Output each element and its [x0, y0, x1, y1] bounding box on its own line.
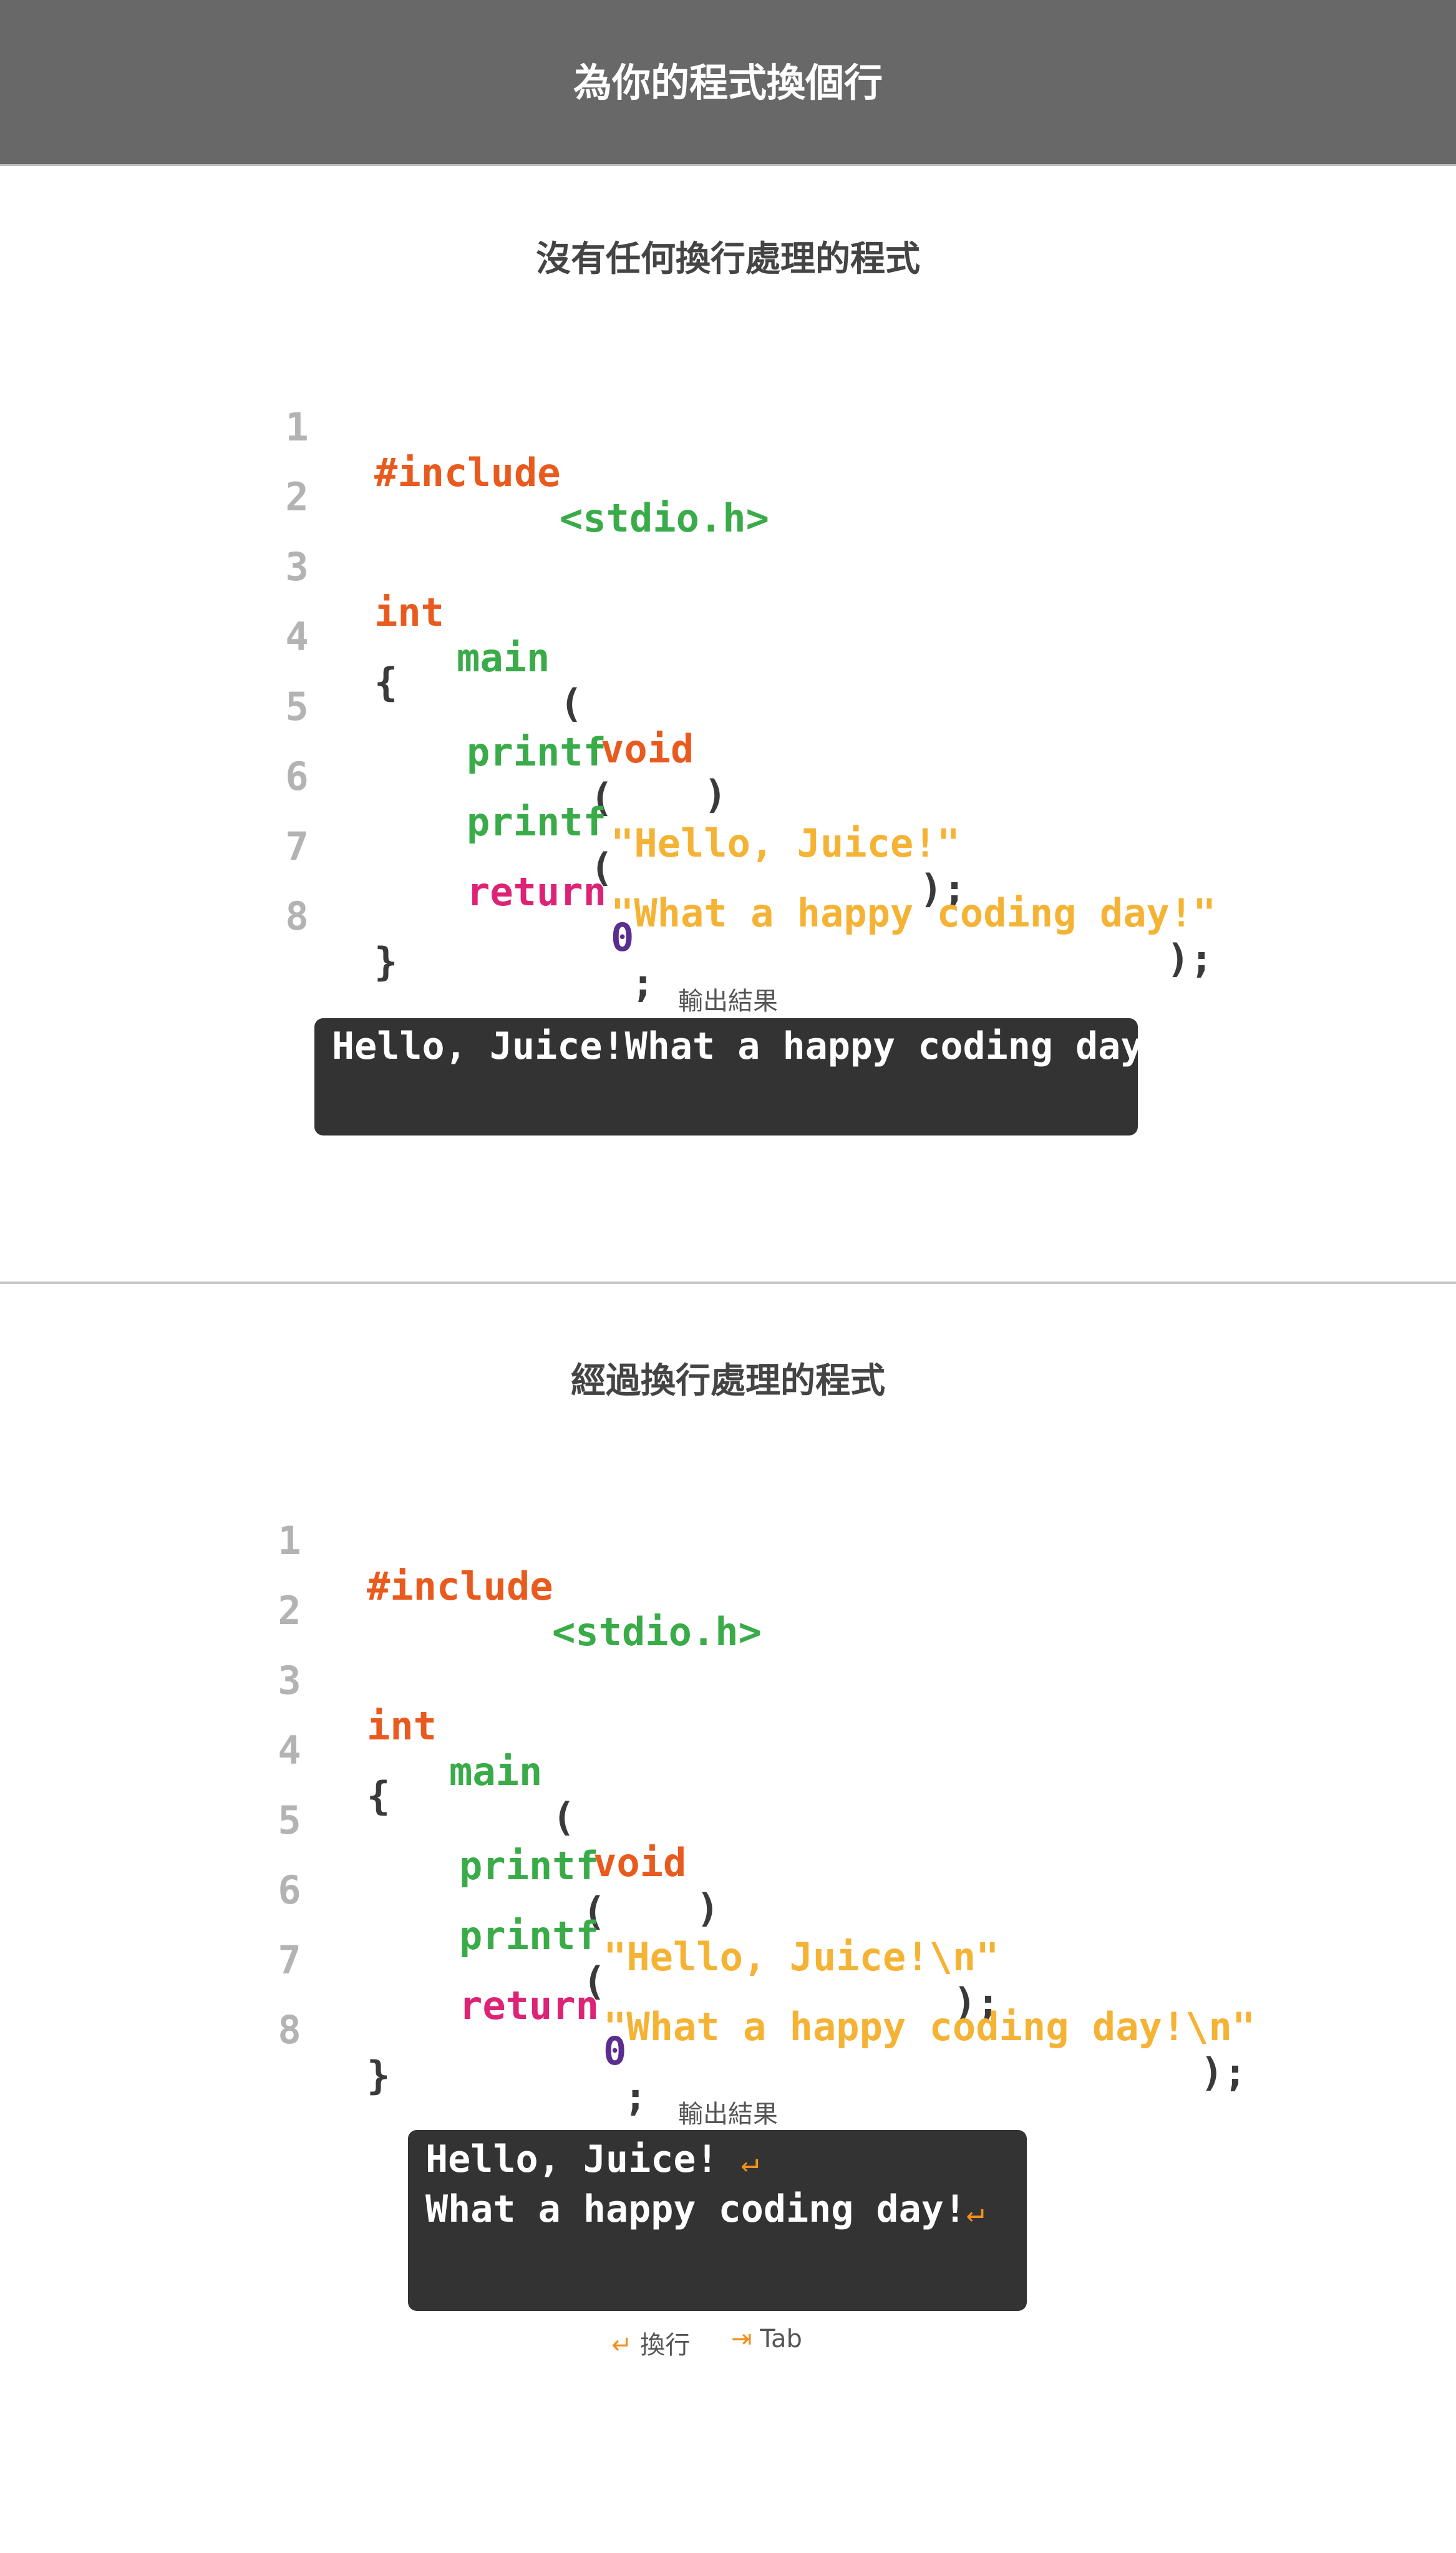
code-line: 3 int main ( void ) — [271, 1612, 719, 1931]
code-token: "Hello, Juice!" — [611, 820, 960, 866]
code-token: printf — [459, 1843, 599, 1889]
code-line: 5 printf ( "Hello, Juice!\n" ); — [271, 1752, 999, 2025]
code-token: return — [459, 1983, 599, 2028]
code-token: ); — [1200, 2050, 1247, 2095]
code-token: int — [367, 1703, 437, 1749]
code-token: void — [593, 1840, 687, 1885]
legend-newline-label: 換行 — [640, 2331, 691, 2360]
legend-tab: ⇥ Tab — [731, 2325, 802, 2353]
line-number: 8 — [278, 2007, 301, 2053]
section2-code-block: 1 #include <stdio.h> 2 3 int main ( void… — [271, 1472, 1331, 2119]
code-token: printf — [459, 1913, 599, 1958]
code-token: int — [374, 590, 444, 635]
code-line: 7 return 0 ; — [271, 1892, 647, 2119]
section1-output-label: 輸出結果 — [678, 987, 778, 1016]
code-token: { — [367, 1773, 391, 1819]
section2-title: 經過換行處理的程式 — [571, 1361, 885, 1401]
code-token: #include — [367, 1563, 553, 1609]
code-token: { — [374, 659, 398, 705]
code-line: 5 printf ( "Hello, Juice!" ); — [278, 638, 966, 912]
code-token: } — [367, 2053, 391, 2098]
newline-icon: ↵ — [740, 2144, 759, 2179]
code-token: return — [467, 869, 606, 915]
code-token: ) — [704, 772, 727, 817]
code-token: 0 — [611, 915, 634, 960]
code-token: 0 — [603, 2028, 627, 2074]
code-token: main — [449, 1749, 543, 1794]
code-line: 6 printf ( "What a happy coding day!\n" … — [271, 1822, 1255, 2095]
code-token: <stdio.h> — [560, 495, 769, 541]
tab-icon: ⇥ — [731, 2325, 752, 2353]
code-token: <stdio.h> — [552, 1609, 762, 1655]
section1-title: 沒有任何換行處理的程式 — [536, 239, 920, 280]
code-line: 3 int main ( void ) — [278, 498, 727, 817]
code-token: ) — [696, 1885, 720, 1931]
section2-output-terminal: Hello, Juice! ↵ What a happy coding day!… — [408, 2130, 1027, 2311]
code-token: ); — [1167, 936, 1213, 981]
code-line: 1 #include <stdio.h> — [271, 1472, 762, 1655]
code-token: ( — [560, 681, 583, 726]
header-bar: 為你的程式換個行 — [0, 0, 1456, 166]
code-token: "What a happy coding day!\n" — [603, 2004, 1256, 2050]
section1-code-block: 1 #include <stdio.h> 2 3 int main ( void… — [278, 359, 1276, 1006]
code-line: 4 { — [278, 568, 397, 705]
code-token: printf — [467, 729, 606, 775]
code-line: 2 — [278, 429, 371, 520]
code-line: 7 return 0 ; — [278, 778, 654, 1006]
newline-icon: ↵ — [611, 2331, 633, 2360]
code-token: printf — [467, 799, 606, 845]
code-token: ( — [552, 1794, 576, 1840]
code-token: "What a happy coding day!" — [611, 890, 1216, 936]
output-line: What a happy coding day!↵ — [425, 2187, 984, 2231]
output-line: Hello, Juice!What a happy coding day! — [332, 1024, 1166, 1068]
code-line: 8 } — [278, 848, 397, 985]
code-token: } — [374, 939, 398, 985]
output-text: What a happy coding day! — [425, 2187, 966, 2231]
section1-output-terminal: Hello, Juice!What a happy coding day! — [314, 1018, 1166, 1135]
output-line: Hello, Juice! ↵ — [425, 2137, 759, 2181]
output-text: Hello, Juice! — [425, 2137, 719, 2181]
section-divider — [0, 1281, 1456, 1284]
code-token: "Hello, Juice!\n" — [603, 1934, 999, 1980]
code-line: 4 { — [271, 1682, 390, 1819]
code-line: 1 #include <stdio.h> — [278, 359, 769, 541]
line-number: 8 — [285, 893, 309, 939]
legend-newline: ↵ 換行 — [611, 2325, 690, 2361]
code-token: main — [457, 635, 550, 681]
code-token: void — [601, 726, 694, 772]
code-line: 8 } — [271, 1962, 390, 2098]
newline-icon: ↵ — [966, 2194, 984, 2229]
code-line: 6 printf ( "What a happy coding day!" ); — [278, 708, 1216, 981]
code-token: #include — [374, 450, 561, 495]
legend-tab-label: Tab — [760, 2325, 802, 2353]
section2-output-label: 輸出結果 — [678, 2100, 778, 2129]
page-title: 為你的程式換個行 — [573, 60, 883, 105]
code-line: 2 — [271, 1542, 364, 1633]
